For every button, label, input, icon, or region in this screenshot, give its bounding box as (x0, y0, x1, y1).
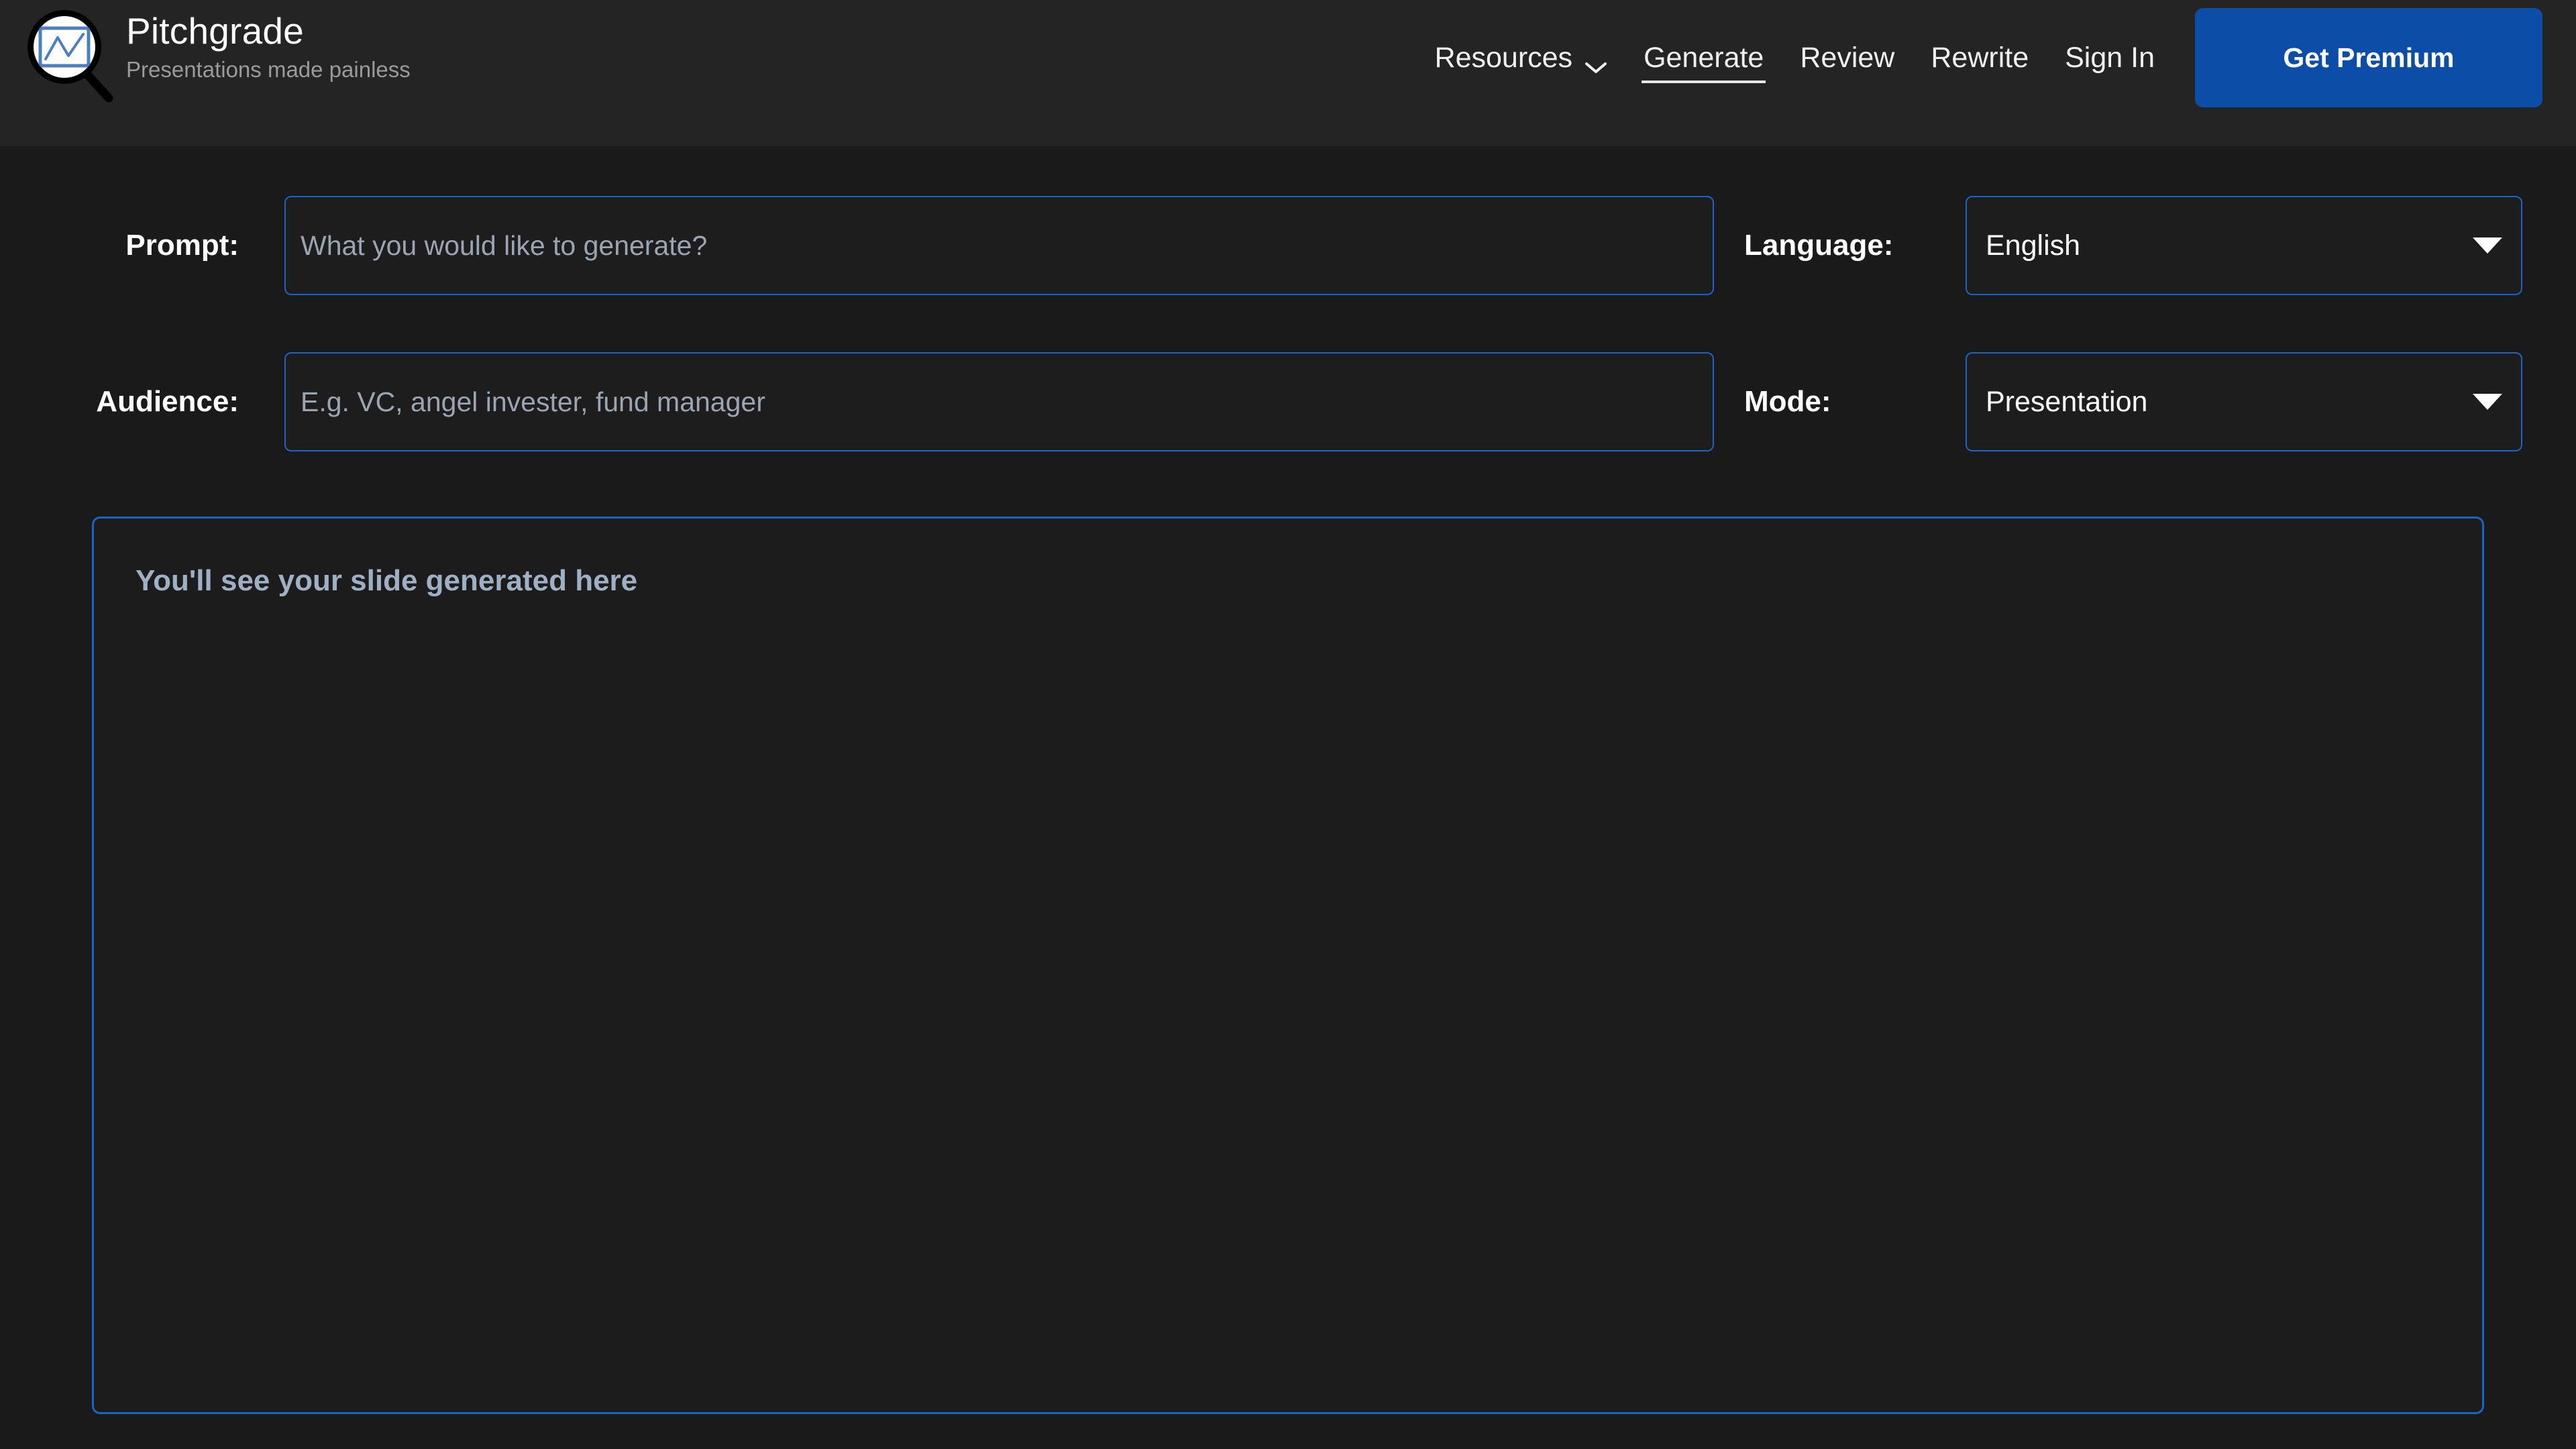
nav-item-sign-in-label: Sign In (2065, 44, 2155, 72)
slide-output-panel[interactable]: You'll see your slide generated here (92, 517, 2484, 1414)
site-header: Pitchgrade Presentations made painless R… (0, 0, 2576, 146)
nav-item-review[interactable]: Review (1782, 44, 1913, 72)
audience-label: Audience: (0, 352, 262, 451)
mode-label: Mode: (1744, 352, 1945, 451)
chevron-down-icon (1585, 51, 1607, 64)
mode-select-box[interactable]: Presentation (1966, 352, 2522, 451)
nav-item-sign-in[interactable]: Sign In (2047, 44, 2173, 72)
audience-input[interactable] (284, 352, 1714, 451)
triangle-down-icon (2473, 237, 2502, 254)
mode-select-value: Presentation (1986, 386, 2473, 419)
main-navigation: Resources Generate Review Rewrite Sign I… (1417, 0, 2542, 115)
nav-item-rewrite[interactable]: Rewrite (1913, 44, 2047, 72)
nav-item-rewrite-label: Rewrite (1931, 44, 2029, 72)
magnifier-chart-icon (19, 5, 119, 106)
language-label: Language: (1744, 196, 1945, 295)
prompt-input[interactable] (284, 196, 1714, 295)
brand-logo-group[interactable]: Pitchgrade Presentations made painless (19, 5, 411, 106)
mode-select[interactable]: Presentation (1966, 352, 2522, 451)
nav-item-resources-label: Resources (1435, 44, 1573, 72)
brand-title: Pitchgrade (126, 12, 411, 51)
prompt-label: Prompt: (0, 196, 262, 295)
nav-item-generate[interactable]: Generate (1625, 44, 1782, 72)
nav-item-generate-label: Generate (1644, 44, 1764, 72)
language-select-value: English (1986, 229, 2473, 262)
language-select[interactable]: English (1966, 196, 2522, 295)
get-premium-button[interactable]: Get Premium (2195, 8, 2542, 107)
nav-item-review-label: Review (1800, 44, 1894, 72)
triangle-down-icon (2473, 394, 2502, 410)
brand-tagline: Presentations made painless (126, 56, 411, 83)
language-select-box[interactable]: English (1966, 196, 2522, 295)
slide-output-placeholder: You'll see your slide generated here (136, 564, 637, 598)
nav-item-resources[interactable]: Resources (1417, 44, 1626, 72)
